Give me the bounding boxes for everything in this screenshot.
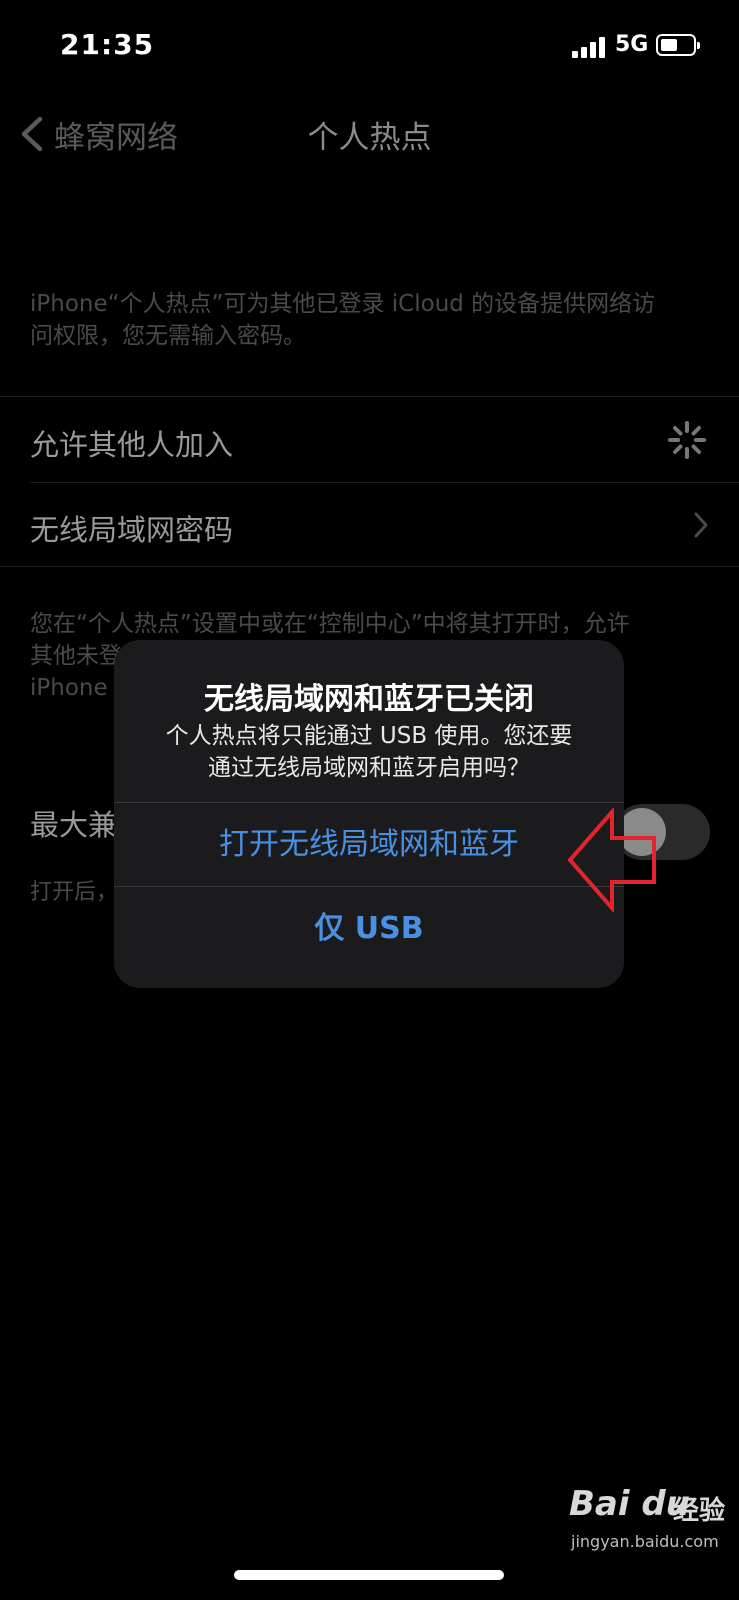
- group-divider: [0, 396, 739, 397]
- alert-message: 个人热点将只能通过 USB 使用。您还要 通过无线局域网和蓝牙启用吗？: [144, 720, 594, 784]
- cellular-signal-icon: [572, 36, 606, 58]
- baidu-watermark: Bai du 经验 jingyan.baidu.com: [565, 1478, 725, 1558]
- status-bar: 21:35 5G: [0, 0, 739, 96]
- network-type: 5G: [615, 32, 649, 57]
- description-line: 您在“个人热点”设置中或在“控制中心”中将其打开时，允许: [30, 611, 630, 637]
- allow-others-row[interactable]: 允许其他人加入: [0, 398, 739, 482]
- description-line: 问权限，您无需输入密码。: [30, 323, 306, 349]
- alert-message-line: 个人热点将只能通过 USB 使用。您还要: [165, 723, 573, 749]
- wifi-password-label: 无线局域网密码: [30, 513, 234, 547]
- baidu-logo: Bai du: [569, 1484, 690, 1524]
- allow-others-label: 允许其他人加入: [30, 428, 234, 462]
- max-compatibility-label: 最大兼: [30, 808, 118, 842]
- enable-wifi-bluetooth-button[interactable]: 打开无线局域网和蓝牙: [114, 803, 624, 887]
- watermark-text: 经验: [673, 1496, 726, 1526]
- max-compatibility-note: 打开后，: [30, 880, 119, 905]
- wifi-password-row[interactable]: 无线局域网密码: [0, 483, 739, 567]
- page-title: 个人热点: [307, 120, 432, 156]
- status-time: 21:35: [60, 28, 155, 61]
- battery-icon: [656, 34, 700, 56]
- chevron-right-icon: [694, 512, 708, 538]
- watermark-url: jingyan.baidu.com: [571, 1532, 719, 1551]
- home-indicator[interactable]: [234, 1570, 504, 1580]
- loading-spinner-icon: [668, 421, 706, 459]
- annotation-arrow-icon: [568, 808, 656, 912]
- usb-only-button[interactable]: 仅 USB: [114, 887, 624, 971]
- description-line: iPhone“个人热点”可为其他已登录 iCloud 的设备提供网络访: [30, 291, 656, 317]
- alert-title: 无线局域网和蓝牙已关闭: [204, 682, 534, 717]
- alert-dialog: 无线局域网和蓝牙已关闭 个人热点将只能通过 USB 使用。您还要 通过无线局域网…: [114, 640, 624, 988]
- alert-message-line: 通过无线局域网和蓝牙启用吗？: [208, 755, 530, 781]
- navigation-bar: 蜂窝网络 个人热点: [0, 96, 739, 168]
- hotspot-description: iPhone“个人热点”可为其他已登录 iCloud 的设备提供网络访 问权限，…: [30, 288, 710, 352]
- group-divider: [0, 566, 739, 567]
